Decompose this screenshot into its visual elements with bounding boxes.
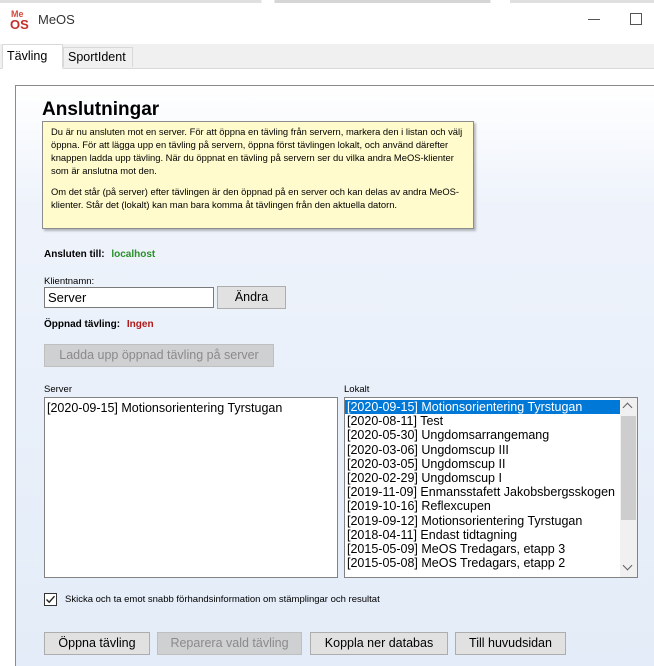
list-item[interactable]: [2018-04-11] Endast tidtagning: [345, 528, 622, 542]
upload-competition-button[interactable]: Ladda upp öppnad tävling på server: [44, 344, 274, 367]
connected-label: Ansluten till:: [44, 249, 105, 260]
list-item[interactable]: [2019-10-16] Reflexcupen: [345, 499, 622, 513]
list-item[interactable]: [2020-03-05] Ungdomscup II: [345, 457, 622, 471]
server-listbox[interactable]: [2020-09-15] Motionsorientering Tyrstuga…: [44, 397, 338, 578]
client-name-input[interactable]: [44, 287, 214, 308]
scroll-down-arrow-icon[interactable]: [620, 560, 637, 577]
server-list-label: Server: [44, 384, 72, 395]
client-name-label: Klientnamn:: [44, 276, 95, 287]
local-list-label: Lokalt: [344, 384, 370, 395]
title-bar: Me OS MeOS: [0, 6, 654, 34]
page-title: Anslutningar: [42, 99, 160, 120]
minimize-button[interactable]: [582, 8, 606, 30]
fast-info-label: Skicka och ta emot snabb förhandsinforma…: [65, 594, 380, 605]
info-paragraph: Om det står (på server) efter tävlingen …: [51, 186, 460, 210]
repair-competition-button[interactable]: Reparera vald tävling: [157, 632, 302, 655]
tab-sportident[interactable]: SportIdent: [63, 47, 133, 67]
list-item[interactable]: [2020-03-06] Ungdomscup III: [345, 443, 622, 457]
maximize-button[interactable]: [624, 8, 648, 30]
local-listbox[interactable]: [2020-09-15] Motionsorientering Tyrstuga…: [344, 397, 638, 578]
list-item[interactable]: [2019-11-09] Enmansstafett Jakobsbergssk…: [345, 485, 622, 499]
local-list-scrollbar[interactable]: [620, 398, 637, 577]
tab-strip: Tävling SportIdent: [0, 44, 654, 69]
list-item[interactable]: [2020-09-15] Motionsorientering Tyrstuga…: [45, 401, 337, 415]
window-title: MeOS: [38, 12, 75, 27]
tab-tavling[interactable]: Tävling: [2, 44, 63, 69]
opened-label: Öppnad tävling:: [44, 319, 121, 330]
list-item[interactable]: [2020-08-11] Test: [345, 414, 622, 428]
list-item[interactable]: [2015-05-08] MeOS Tredagars, etapp 2: [345, 556, 622, 570]
svg-text:OS: OS: [10, 17, 29, 30]
opened-row: Öppnad tävling: Ingen: [44, 319, 154, 330]
list-item[interactable]: [2015-05-09] MeOS Tredagars, etapp 3: [345, 542, 622, 556]
to-main-page-button[interactable]: Till huvudsidan: [455, 632, 566, 655]
connected-value: localhost: [111, 249, 156, 260]
disconnect-database-button[interactable]: Koppla ner databas: [310, 632, 448, 655]
connected-row: Ansluten till: localhost: [44, 249, 155, 260]
scroll-thumb[interactable]: [621, 416, 636, 520]
checkmark-icon: [46, 595, 56, 604]
open-competition-button[interactable]: Öppna tävling: [44, 632, 150, 655]
opened-value: Ingen: [126, 319, 154, 330]
fast-info-checkbox[interactable]: [44, 593, 57, 606]
scroll-up-arrow-icon[interactable]: [620, 398, 637, 415]
info-box: Du är nu ansluten mot en server. För att…: [42, 121, 474, 229]
list-item-selected[interactable]: [2020-09-15] Motionsorientering Tyrstuga…: [345, 400, 622, 415]
change-name-button[interactable]: Ändra: [217, 286, 286, 309]
list-item[interactable]: [2020-05-30] Ungdomsarrangemang: [345, 428, 622, 442]
info-paragraph: Du är nu ansluten mot en server. För att…: [51, 126, 463, 176]
meos-logo-icon: Me OS: [10, 9, 29, 30]
list-item[interactable]: [2020-02-29] Ungdomscup I: [345, 471, 622, 485]
list-item[interactable]: [2019-09-12] Motionsorientering Tyrstuga…: [345, 514, 622, 528]
